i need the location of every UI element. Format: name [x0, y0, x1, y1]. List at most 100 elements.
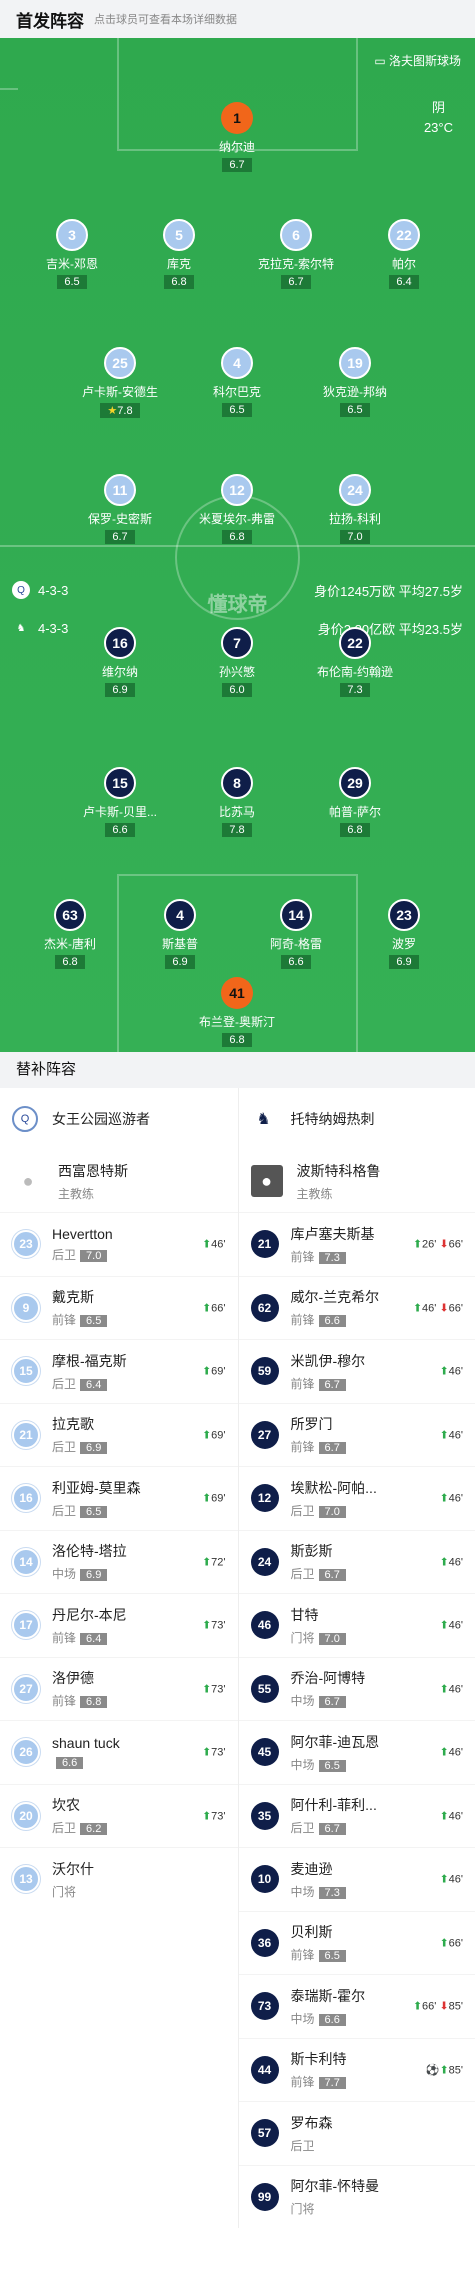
player-rating: 7.3	[340, 683, 370, 697]
sub-on-icon: ⬆	[201, 1619, 212, 1632]
player-rating: 6.9	[80, 1569, 108, 1582]
player-gk[interactable]: 41 布兰登-奥斯汀 6.8	[187, 977, 287, 1048]
away-team-header[interactable]: ♞ 托特纳姆热刺	[239, 1088, 475, 1150]
sub-player-row[interactable]: 24 斯彭斯 后卫 6.7 ⬆46'	[238, 1529, 475, 1594]
player-away[interactable]: 23 波罗 6.9	[354, 899, 454, 970]
sub-player-row[interactable]: 16 利亚姆-莫里森 后卫 6.5 ⬆69'	[0, 1466, 238, 1530]
player-position: 前锋	[290, 1376, 315, 1391]
stadium-icon: ▭	[374, 54, 389, 68]
player-position: 前锋	[290, 1440, 315, 1455]
player-name: 吉米-邓恩	[46, 257, 98, 271]
sub-events: ⬆73'	[201, 1619, 226, 1632]
player-gk[interactable]: 1 纳尔迪 6.7	[187, 102, 287, 173]
player-name: 洛伦特-塔拉	[52, 1543, 127, 1560]
player-name: 阿奇-格雷	[270, 937, 322, 951]
player-rating: 6.5	[340, 403, 370, 417]
sub-player-row[interactable]: 35 阿什利-菲利... 后卫 6.7 ⬆46'	[238, 1783, 475, 1848]
sub-player-row[interactable]: 27 洛伊德 前锋 6.8 ⬆73'	[0, 1656, 238, 1721]
player-rating: 7.0	[80, 1249, 108, 1262]
player-rating: 7.0	[318, 1505, 346, 1518]
player-away[interactable]: 4 斯基普 6.9	[130, 899, 230, 970]
sub-player-row[interactable]: 45 阿尔菲-迪瓦恩 中场 6.5 ⬆46'	[238, 1720, 475, 1784]
player-home[interactable]: 4 科尔巴克 6.5	[187, 347, 287, 418]
player-home[interactable]: 12 米夏埃尔-弗雷 6.8	[187, 474, 287, 545]
away-coach[interactable]: ● 波斯特科格鲁 主教练	[239, 1150, 475, 1212]
sub-player-row[interactable]: 21 拉克歌 后卫 6.9 ⬆69'	[0, 1402, 238, 1467]
sub-player-row[interactable]: 13 沃尔什 门将	[0, 1847, 238, 1911]
spurs-logo-icon: ♞	[256, 1111, 271, 1128]
player-away[interactable]: 29 帕普-萨尔 6.8	[305, 767, 405, 838]
sub-player-row[interactable]: 44 斯卡利特 前锋 7.7 ⚽⬆85'	[238, 2037, 475, 2102]
player-away[interactable]: 16 维尔纳 6.9	[70, 627, 170, 698]
home-coach[interactable]: ● 西富恩特斯 主教练	[0, 1150, 238, 1212]
player-rating: 6.9	[80, 1442, 108, 1455]
sub-on-icon: ⬆	[201, 1302, 212, 1315]
player-name: 阿尔菲-怀特曼	[290, 2178, 380, 2195]
player-rating: 6.7	[318, 1378, 346, 1391]
sub-player-row[interactable]: 57 罗布森 后卫	[238, 2101, 475, 2165]
weather: 阴 23°C	[423, 100, 453, 135]
player-away[interactable]: 63 杰米-唐利 6.8	[20, 899, 120, 970]
sub-player-row[interactable]: 15 摩根-福克斯 后卫 6.4 ⬆69'	[0, 1339, 238, 1403]
jersey-number: 21	[12, 1420, 40, 1449]
player-name: 坎农	[52, 1797, 80, 1814]
sub-player-row[interactable]: 46 甘特 门将 7.0 ⬆46'	[238, 1593, 475, 1657]
sub-on-icon: ⬆	[201, 1429, 212, 1442]
sub-on-icon: ⬆	[412, 2000, 423, 2013]
sub-player-row[interactable]: 99 阿尔菲-怀特曼 门将	[238, 2164, 475, 2229]
jersey-number: 22	[388, 219, 420, 251]
jersey-number: 7	[221, 627, 253, 659]
sub-events: ⬆46'	[439, 1873, 463, 1886]
home-team-header[interactable]: Q 女王公园巡游者	[0, 1088, 238, 1150]
sub-player-row[interactable]: 20 坎农 后卫 6.2 ⬆73'	[0, 1783, 238, 1848]
sub-player-row[interactable]: 12 埃默松-阿帕... 后卫 7.0 ⬆46'	[238, 1466, 475, 1530]
jersey-number: 16	[12, 1484, 40, 1513]
player-home[interactable]: 5 库克 6.8	[129, 219, 229, 290]
sub-player-row[interactable]: 23 Hevertton 后卫 7.0 ⬆46'	[0, 1212, 238, 1276]
player-name: 科尔巴克	[212, 385, 261, 399]
player-name: 比苏马	[218, 805, 255, 819]
player-name: 库卢塞夫斯基	[290, 1225, 375, 1242]
sub-player-row[interactable]: 73 泰瑞斯-霍尔 中场 6.6 ⬆66' ⬇85'	[238, 1974, 475, 2038]
player-position: 后卫	[290, 2138, 315, 2153]
player-home[interactable]: 25 卢卡斯-安德生 ★7.8	[70, 347, 170, 419]
coach-avatar-icon: ●	[22, 1170, 34, 1191]
sub-player-row[interactable]: 10 麦迪逊 中场 7.3 ⬆46'	[238, 1847, 475, 1911]
sub-player-row[interactable]: 26 shaun tuck 6.6 ⬆73'	[0, 1720, 238, 1784]
player-away[interactable]: 22 布伦南-约翰逊 7.3	[305, 627, 405, 698]
sub-player-row[interactable]: 59 米凯伊-穆尔 前锋 6.7 ⬆46'	[238, 1339, 475, 1403]
player-name: 罗布森	[290, 2114, 333, 2131]
player-name: 克拉克-索尔特	[258, 257, 334, 271]
sub-on-icon: ⬆	[439, 1937, 449, 1950]
player-home[interactable]: 6 克拉克-索尔特 6.7	[246, 219, 346, 290]
sub-player-row[interactable]: 14 洛伦特-塔拉 中场 6.9 ⬆72'	[0, 1529, 238, 1594]
player-home[interactable]: 19 狄克逊-邦纳 6.5	[305, 347, 405, 418]
corner-mark	[0, 88, 18, 90]
player-rating: 6.7	[281, 275, 311, 289]
sub-player-row[interactable]: 36 贝利斯 前锋 6.5 ⬆66'	[238, 1910, 475, 1975]
sub-player-row[interactable]: 21 库卢塞夫斯基 前锋 7.3 ⬆26' ⬇66'	[238, 1212, 475, 1276]
player-away[interactable]: 14 阿奇-格雷 6.6	[246, 899, 346, 970]
player-away[interactable]: 15 卢卡斯-贝里... 6.6	[70, 767, 170, 838]
sub-player-row[interactable]: 27 所罗门 前锋 6.7 ⬆46'	[238, 1402, 475, 1467]
player-home[interactable]: 22 帕尔 6.4	[354, 219, 454, 290]
player-position: 门将	[52, 1884, 77, 1899]
player-name: 丹尼尔-本尼	[52, 1606, 127, 1623]
player-away[interactable]: 7 孙兴慜 6.0	[187, 627, 287, 698]
player-name: 杰米-唐利	[44, 937, 96, 951]
player-rating: 6.5	[80, 1315, 108, 1328]
sub-on-icon: ⬆	[439, 2064, 449, 2077]
sub-player-row[interactable]: 62 威尔-兰克希尔 前锋 6.6 ⬆46' ⬇66'	[238, 1275, 475, 1340]
sub-player-row[interactable]: 55 乔治-阿博特 中场 6.7 ⬆46'	[238, 1656, 475, 1721]
player-home[interactable]: 3 吉米-邓恩 6.5	[22, 219, 122, 290]
star-icon: ★	[107, 405, 118, 417]
jersey-number: 9	[12, 1293, 40, 1322]
player-name: 摩根-福克斯	[52, 1352, 127, 1369]
player-away[interactable]: 8 比苏马 7.8	[187, 767, 287, 838]
sub-events: ⬆46'	[439, 1619, 463, 1632]
player-name: 拉克歌	[52, 1416, 94, 1433]
player-home[interactable]: 11 保罗-史密斯 6.7	[70, 474, 170, 545]
sub-player-row[interactable]: 9 戴克斯 前锋 6.5 ⬆66'	[0, 1275, 238, 1340]
sub-player-row[interactable]: 17 丹尼尔-本尼 前锋 6.4 ⬆73'	[0, 1593, 238, 1657]
player-home[interactable]: 24 拉扬-科利 7.0	[305, 474, 405, 545]
